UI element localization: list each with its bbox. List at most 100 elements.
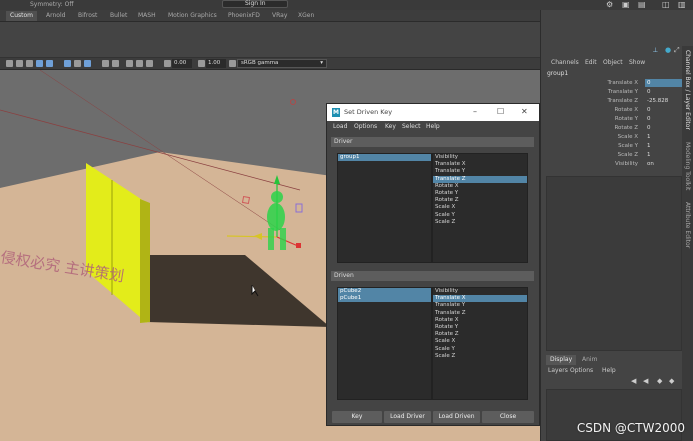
channel-row[interactable]: Rotate Y 0	[541, 115, 682, 124]
channel-row[interactable]: Translate Z -25.828	[541, 97, 682, 106]
move-layer-up-icon[interactable]: ◀	[631, 377, 636, 385]
menu-help[interactable]: Help	[602, 367, 616, 374]
character-leg-left[interactable]	[268, 228, 274, 250]
driven-object-list[interactable]: pCube2 pCube1	[337, 287, 432, 400]
channel-row[interactable]: Rotate Z 0	[541, 124, 682, 133]
channel-row[interactable]: Scale Z 1	[541, 151, 682, 160]
channel-value-field[interactable]: 0	[645, 115, 682, 123]
xray-icon[interactable]	[74, 60, 81, 67]
channel-value-field[interactable]: 0	[645, 106, 682, 114]
film-gate-icon[interactable]	[146, 60, 153, 67]
list-item[interactable]: Translate X	[433, 161, 527, 168]
channel-value-field[interactable]: 0	[645, 88, 682, 96]
workspace-icon[interactable]: ▤	[638, 0, 646, 9]
aa-icon[interactable]	[112, 60, 119, 67]
menu-edit[interactable]: Edit	[585, 59, 597, 66]
list-item[interactable]: Rotate Y	[433, 190, 527, 197]
channel-row[interactable]: Visibility on	[541, 160, 682, 169]
list-item[interactable]: Rotate Y	[433, 324, 527, 331]
list-item[interactable]: Rotate Z	[433, 331, 527, 338]
list-item[interactable]: Translate Y	[433, 168, 527, 175]
textured-icon[interactable]	[26, 60, 33, 67]
list-item[interactable]: Scale Y	[433, 212, 527, 219]
driven-section-header[interactable]: Driven	[331, 271, 534, 281]
tab-custom[interactable]: Custom	[6, 11, 37, 21]
menu-options[interactable]: Options	[354, 123, 377, 130]
xray-joints-icon[interactable]	[84, 60, 91, 67]
channel-row[interactable]: Translate X 0	[541, 79, 682, 88]
list-item[interactable]: Rotate X	[433, 317, 527, 324]
dof-icon[interactable]	[126, 60, 133, 67]
channel-value-field[interactable]: -25.828	[645, 97, 682, 105]
tab-arnold[interactable]: Arnold	[46, 12, 65, 19]
menu-channels[interactable]: Channels	[551, 59, 579, 66]
gamma-icon[interactable]	[198, 60, 205, 67]
list-item[interactable]: Rotate X	[433, 183, 527, 190]
list-item[interactable]: Rotate Z	[433, 197, 527, 204]
list-item[interactable]: Translate X	[433, 295, 527, 303]
tab-anim[interactable]: Anim	[578, 355, 601, 365]
tab-vray[interactable]: VRay	[272, 12, 287, 19]
channel-value-field[interactable]: 0	[645, 124, 682, 132]
tab-phoenixfd[interactable]: PhoenixFD	[228, 12, 260, 19]
key-button[interactable]: Key	[332, 411, 382, 423]
load-driver-button[interactable]: Load Driver	[384, 411, 431, 423]
close-button[interactable]: Close	[482, 411, 534, 423]
layout-icon[interactable]: ◫	[662, 0, 670, 9]
tab-xgen[interactable]: XGen	[298, 12, 314, 19]
color-management-icon[interactable]	[229, 60, 236, 67]
new-layer-icon[interactable]: ◆	[657, 377, 662, 385]
expand-icon[interactable]: ⤢	[674, 46, 680, 55]
menu-load[interactable]: Load	[333, 123, 347, 130]
menu-show[interactable]: Show	[629, 59, 645, 66]
list-item[interactable]: pCube2	[338, 288, 431, 296]
shadows-icon[interactable]	[46, 60, 53, 67]
menu-help[interactable]: Help	[426, 123, 440, 130]
tab-bullet[interactable]: Bullet	[110, 12, 127, 19]
panel-icon[interactable]: ▣	[622, 0, 630, 9]
ao-icon[interactable]	[102, 60, 109, 67]
load-driven-button[interactable]: Load Driven	[433, 411, 480, 423]
list-item[interactable]: Visibility	[433, 288, 527, 295]
panel-right-icon[interactable]: ▥	[678, 0, 686, 9]
tab-attribute-editor[interactable]: Attribute Editor	[684, 202, 691, 248]
list-item[interactable]: Translate Z	[433, 175, 527, 183]
new-layer-selected-icon[interactable]: ◆	[669, 377, 674, 385]
tab-bifrost[interactable]: Bifrost	[78, 12, 97, 19]
channel-value-field[interactable]: 0	[645, 79, 682, 87]
smooth-shade-icon[interactable]	[16, 60, 23, 67]
list-item[interactable]: Scale Z	[433, 353, 527, 360]
tab-motion-graphics[interactable]: Motion Graphics	[168, 12, 217, 19]
list-item[interactable]: Translate Y	[433, 302, 527, 309]
maximize-icon[interactable]: ☐	[497, 107, 504, 116]
character-body[interactable]	[267, 203, 285, 231]
refresh-icon[interactable]: ●	[665, 46, 671, 54]
list-item[interactable]: Scale X	[433, 338, 527, 345]
sign-in-button[interactable]: Sign In	[222, 0, 288, 8]
channel-row[interactable]: Translate Y 0	[541, 88, 682, 97]
pin-icon[interactable]: ⟂	[653, 46, 658, 55]
menu-layers[interactable]: Layers	[548, 367, 568, 374]
character-leg-right[interactable]	[280, 228, 286, 250]
list-item[interactable]: Scale Y	[433, 346, 527, 353]
tab-modeling-toolkit[interactable]: Modeling Toolkit	[684, 142, 691, 190]
settings-icon[interactable]: ⚙	[606, 0, 613, 9]
menu-object[interactable]: Object	[603, 59, 623, 66]
menu-key[interactable]: Key	[385, 123, 396, 130]
channel-value-field[interactable]: 1	[645, 142, 682, 150]
manipulator-z-handle[interactable]	[296, 243, 301, 248]
driver-section-header[interactable]: Driver	[331, 137, 534, 147]
driven-attribute-list[interactable]: Visibility Translate X Translate Y Trans…	[432, 287, 528, 400]
wireframe-icon[interactable]	[6, 60, 13, 67]
channel-value-field[interactable]: 1	[645, 133, 682, 141]
menu-options[interactable]: Options	[570, 367, 593, 374]
list-item[interactable]: Visibility	[433, 154, 527, 161]
tab-display[interactable]: Display	[546, 355, 577, 365]
move-layer-down-icon[interactable]: ◀	[643, 377, 648, 385]
exposure-icon[interactable]	[164, 60, 171, 67]
exposure-field[interactable]: 0.00	[172, 59, 192, 68]
tab-mash[interactable]: MASH	[138, 12, 156, 19]
channel-row[interactable]: Scale X 1	[541, 133, 682, 142]
tab-channel-box-layer-editor[interactable]: Channel Box / Layer Editor	[684, 50, 691, 130]
camera-gate-icon[interactable]	[136, 60, 143, 67]
